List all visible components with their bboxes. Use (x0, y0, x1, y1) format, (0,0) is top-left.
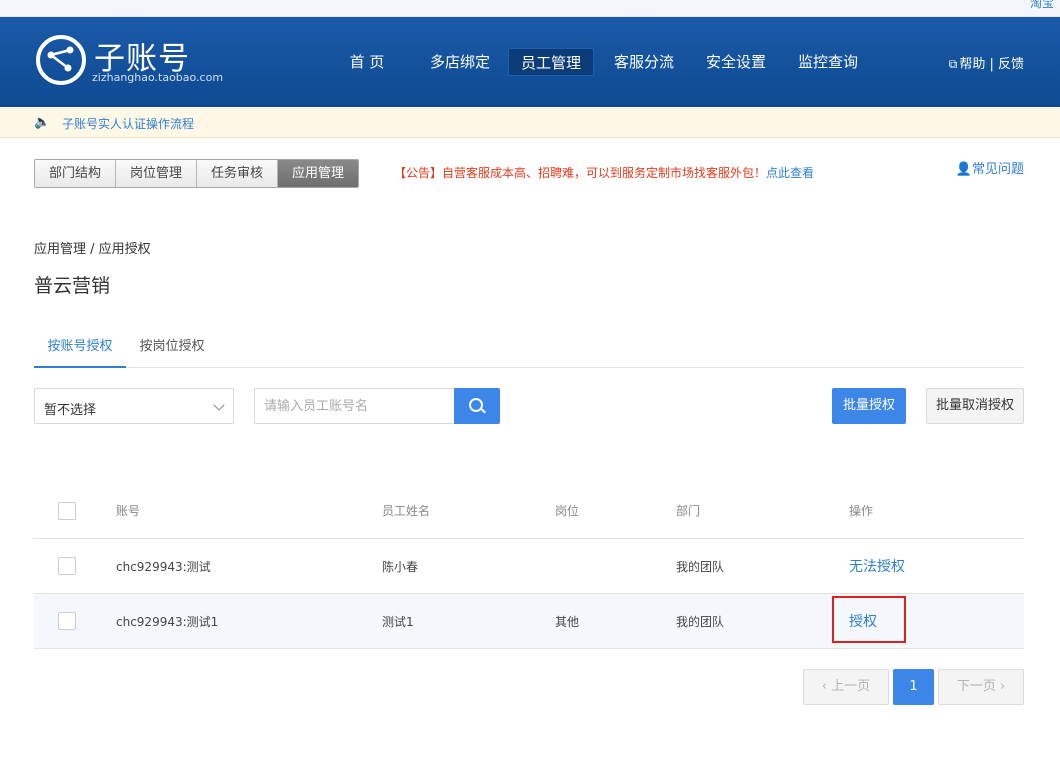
header-position: 岗位 (555, 504, 580, 518)
cell-name: 陈小春 (382, 559, 419, 574)
row-checkbox[interactable] (58, 557, 76, 575)
search-input[interactable] (254, 388, 454, 424)
site-header: 子账号 zizhanghao.taobao.com 首 页 多店绑定 员工管理 … (0, 17, 1060, 107)
nav-service-routing[interactable]: 客服分流 (606, 48, 682, 76)
auth-subtabs: 按账号授权 按岗位授权 (34, 330, 1024, 368)
department-select[interactable]: 暂不选择 (34, 388, 234, 424)
breadcrumb: 应用管理 / 应用授权 (34, 242, 151, 257)
cell-department: 我的团队 (676, 559, 725, 574)
highlight-box (832, 596, 906, 643)
help-feedback[interactable]: ⧉ 帮助 | 反馈 (949, 53, 1024, 72)
table-row: chc929943:测试 陈小春 我的团队 无法授权 (34, 539, 1024, 594)
search-icon-handle (481, 408, 486, 414)
prev-page-label: 上一页 (831, 679, 871, 694)
cell-department: 我的团队 (676, 614, 725, 629)
user-question-icon: 👤 (955, 162, 972, 177)
chevron-down-icon (213, 399, 225, 411)
cell-account: chc929943:测试 (116, 559, 211, 574)
header-operation: 操作 (849, 504, 874, 518)
prev-page-button[interactable]: ‹ 上一页 (803, 669, 889, 705)
brand-domain: zizhanghao.taobao.com (92, 71, 224, 84)
nav-home[interactable]: 首 页 (340, 48, 394, 76)
main-tabs: 部门结构 岗位管理 任务审核 应用管理 (34, 159, 360, 188)
chevron-left-icon: ‹ (821, 679, 832, 694)
cell-account: chc929943:测试1 (116, 614, 219, 629)
next-page-label: 下一页 (956, 679, 996, 694)
search-button[interactable] (454, 388, 500, 424)
nav-monitoring[interactable]: 监控查询 (790, 48, 866, 76)
select-all-checkbox[interactable] (58, 501, 76, 520)
announcement-text: 【公告】自营客服成本高、招聘难，可以到服务定制市场找客服外包！ (394, 166, 767, 180)
row-checkbox-cell (58, 594, 76, 648)
nav-staff-management[interactable]: 员工管理 (508, 48, 594, 76)
batch-grant-button[interactable]: 批量授权 (832, 388, 906, 424)
announcement: 【公告】自营客服成本高、招聘难，可以到服务定制市场找客服外包！点此查看 (394, 164, 814, 181)
faq-label[interactable]: 常见问题 (972, 162, 1024, 177)
tab-by-account[interactable]: 按账号授权 (34, 330, 126, 368)
header-department: 部门 (676, 504, 701, 518)
header-checkbox-cell (58, 483, 76, 538)
external-link-icon: ⧉ (948, 57, 958, 71)
announcement-link[interactable]: 点此查看 (766, 166, 814, 180)
notice-bar: 🔈 子账号实人认证操作流程 (0, 107, 1060, 138)
tab-department-structure[interactable]: 部门结构 (35, 160, 117, 187)
top-corner-text[interactable]: 淘宝 (1030, 0, 1054, 11)
next-page-button[interactable]: 下一页 › (938, 669, 1024, 705)
tab-position-management[interactable]: 岗位管理 (116, 160, 198, 187)
table-header: 账号 员工姓名 岗位 部门 操作 (34, 483, 1024, 539)
row-checkbox[interactable] (58, 612, 76, 630)
batch-revoke-button[interactable]: 批量取消授权 (926, 388, 1024, 424)
header-account: 账号 (116, 504, 141, 518)
top-strip: 淘宝 (0, 0, 1060, 17)
notice-link[interactable]: 子账号实人认证操作流程 (62, 115, 194, 132)
help-feedback-label[interactable]: 帮助 | 反馈 (959, 57, 1024, 72)
faq-link[interactable]: 👤常见问题 (956, 158, 1024, 177)
cannot-authorize-link[interactable]: 无法授权 (849, 539, 905, 593)
page-title: 普云营销 (34, 275, 111, 297)
tab-task-review[interactable]: 任务审核 (197, 160, 279, 187)
chevron-right-icon: › (995, 679, 1006, 694)
page-1-button[interactable]: 1 (893, 669, 934, 705)
table-row: chc929943:测试1 测试1 其他 我的团队 授权 (34, 594, 1024, 649)
cell-name: 测试1 (382, 614, 414, 629)
select-value: 暂不选择 (44, 403, 97, 418)
row-checkbox-cell (58, 539, 76, 593)
tab-app-management[interactable]: 应用管理 (278, 160, 359, 187)
tab-by-position[interactable]: 按岗位授权 (134, 330, 210, 368)
nav-multi-store[interactable]: 多店绑定 (422, 48, 498, 76)
staff-table: 账号 员工姓名 岗位 部门 操作 chc929943:测试 陈小春 我的团队 无… (34, 483, 1024, 649)
header-name: 员工姓名 (382, 504, 431, 518)
nav-security-settings[interactable]: 安全设置 (698, 48, 774, 76)
logo-icon[interactable] (36, 35, 86, 85)
speaker-icon: 🔈 (34, 115, 51, 130)
cell-position: 其他 (555, 614, 580, 629)
